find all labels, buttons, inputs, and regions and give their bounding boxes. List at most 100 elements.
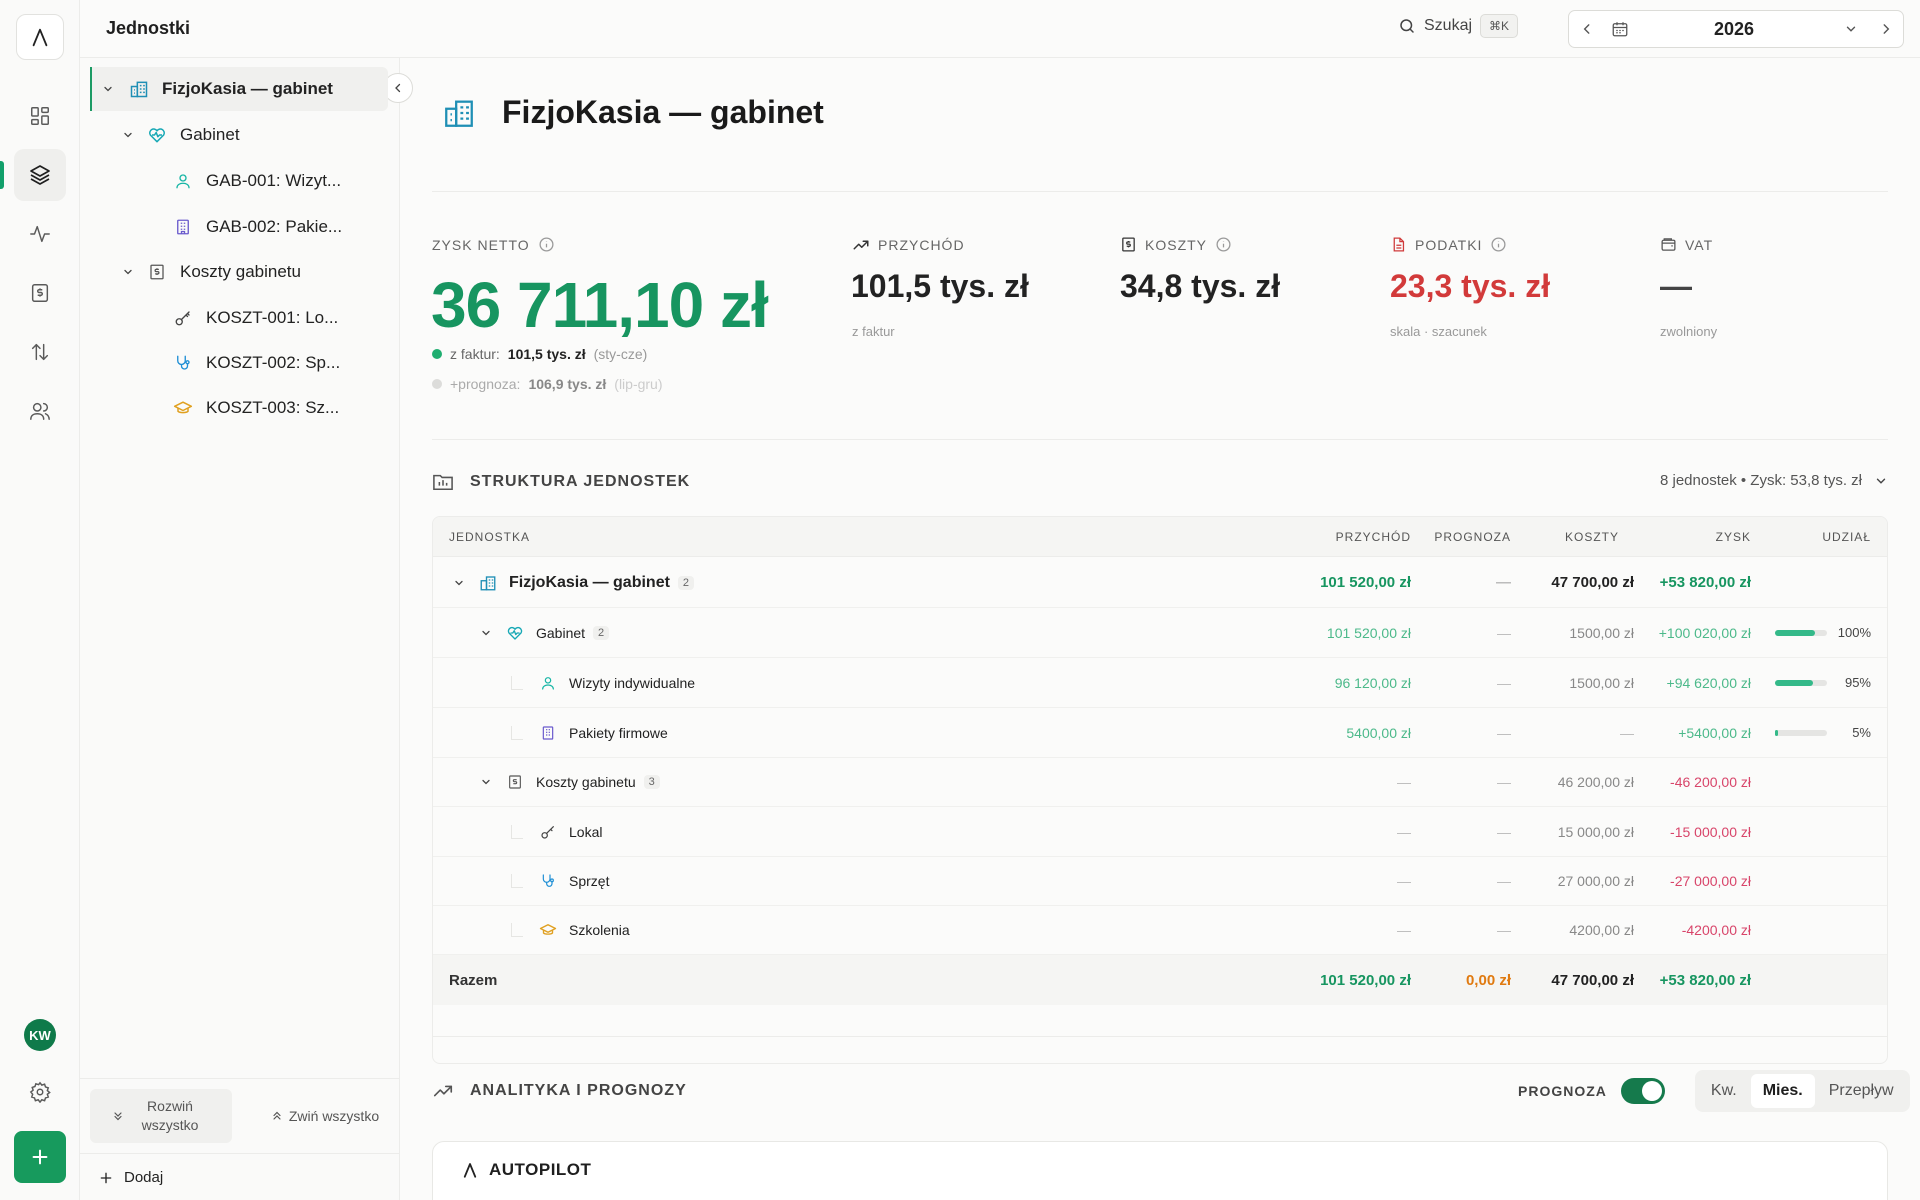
transfers-nav-button[interactable] bbox=[14, 326, 66, 378]
segment-quarter[interactable]: Kw. bbox=[1699, 1074, 1749, 1108]
info-icon[interactable] bbox=[538, 236, 555, 253]
chevron-left-icon bbox=[1583, 24, 1590, 34]
settings-nav-button[interactable] bbox=[14, 1066, 66, 1118]
row-profit: +53 820,00 zł bbox=[1659, 574, 1751, 591]
structure-summary[interactable]: 8 jednostek • Zysk: 53,8 tys. zł bbox=[1660, 472, 1888, 489]
graduation-cap-icon bbox=[170, 398, 196, 418]
year-value: 2026 bbox=[1713, 18, 1755, 39]
app-logo[interactable] bbox=[16, 14, 64, 60]
chevron-down-icon[interactable] bbox=[478, 627, 494, 639]
tree-item-gab-001[interactable]: GAB-001: Wizyt... bbox=[170, 159, 341, 203]
receipt-icon bbox=[504, 774, 526, 790]
chevron-down-icon[interactable] bbox=[1833, 11, 1869, 47]
table-row[interactable]: Szkolenia — — 4200,00 zł -4200,00 zł bbox=[433, 905, 1887, 955]
search-label: Szukaj bbox=[1424, 17, 1473, 34]
chevron-down-icon[interactable] bbox=[98, 83, 118, 95]
chevron-down-icon[interactable] bbox=[118, 266, 138, 278]
invoices-nav-button[interactable] bbox=[14, 267, 66, 319]
share-label: 95% bbox=[1844, 675, 1871, 690]
dashboard-nav-button[interactable] bbox=[14, 90, 66, 142]
avatar[interactable]: KW bbox=[24, 1019, 56, 1051]
legend-dot bbox=[432, 349, 442, 359]
divider bbox=[432, 1036, 1888, 1037]
chevron-down-icon[interactable] bbox=[478, 776, 494, 788]
chevron-down-icon[interactable] bbox=[118, 129, 138, 141]
forecast-toggle[interactable] bbox=[1620, 1078, 1665, 1104]
tree-item-koszt-003[interactable]: KOSZT-003: Sz... bbox=[170, 386, 339, 430]
gear-icon bbox=[29, 1081, 51, 1103]
clients-nav-button[interactable] bbox=[14, 385, 66, 437]
add-unit-button[interactable]: Dodaj bbox=[80, 1153, 400, 1200]
main-content: FizjoKasia — gabinet ZYSK NETTO 36 711,1… bbox=[400, 58, 1920, 1200]
taxes-label-text: PODATKI bbox=[1415, 236, 1483, 253]
collapse-all-label: Zwiń wszystko bbox=[288, 1108, 380, 1124]
table-row[interactable]: Gabinet 2 101 520,00 zł — 1500,00 zł +100… bbox=[433, 608, 1887, 658]
plus-icon bbox=[32, 1149, 48, 1165]
plus-icon bbox=[100, 1172, 112, 1183]
row-profit: +94 620,00 zł bbox=[1666, 674, 1751, 691]
info-icon[interactable] bbox=[1215, 236, 1232, 253]
tree-item-koszty[interactable]: Koszty gabinetu bbox=[118, 250, 301, 294]
total-forecast: 0,00 zł bbox=[1465, 971, 1511, 989]
office-building-icon bbox=[170, 218, 196, 236]
row-revenue: 101 520,00 zł bbox=[1320, 574, 1411, 591]
chevron-right-icon bbox=[1883, 24, 1890, 34]
activity-nav-button[interactable] bbox=[14, 208, 66, 260]
activity-icon bbox=[30, 225, 50, 243]
grid-icon bbox=[31, 107, 49, 125]
tree-connector bbox=[511, 675, 523, 690]
key-icon bbox=[537, 824, 559, 840]
tree-item-gabinet[interactable]: Gabinet bbox=[118, 113, 240, 157]
table-row[interactable]: Koszty gabinetu 3 — — 46 200,00 zł -46 20… bbox=[433, 757, 1887, 807]
table-row[interactable]: Pakiety firmowe 5400,00 zł — — +5400,00 … bbox=[433, 708, 1887, 758]
row-profit: -15 000,00 zł bbox=[1670, 823, 1751, 840]
autopilot-card: AUTOPILOT bbox=[432, 1141, 1888, 1200]
units-nav-button[interactable] bbox=[14, 149, 66, 201]
divider bbox=[432, 439, 1888, 440]
add-main-button[interactable] bbox=[14, 1131, 66, 1183]
row-unit-cell: Sprzęt bbox=[505, 856, 609, 905]
tree-item-koszt-001[interactable]: KOSZT-001: Lo... bbox=[170, 296, 338, 340]
tree-item-root[interactable]: FizjoKasia — gabinet bbox=[90, 67, 388, 111]
table-row[interactable]: Wizyty indywidualne 96 120,00 zł — 1500,… bbox=[433, 658, 1887, 708]
structure-section-title: STRUKTURA JEDNOSTEK bbox=[432, 472, 690, 492]
table-row[interactable]: Sprzęt — — 27 000,00 zł -27 000,00 zł bbox=[433, 856, 1887, 906]
expand-all-button[interactable]: Rozwiń wszystko bbox=[90, 1089, 232, 1143]
tree-connector bbox=[511, 922, 523, 937]
row-count: 3 bbox=[643, 774, 660, 789]
chevron-down-icon[interactable] bbox=[451, 577, 467, 589]
analytics-section-label: ANALITYKA I PROGNOZY bbox=[470, 1082, 687, 1099]
row-profit: -27 000,00 zł bbox=[1670, 872, 1751, 889]
row-name: FizjoKasia — gabinet bbox=[509, 573, 670, 591]
taxes-sub: skala · szacunek bbox=[1390, 324, 1487, 339]
next-year-button[interactable] bbox=[1869, 11, 1903, 47]
add-unit-label: Dodaj bbox=[124, 1169, 164, 1186]
structure-meta: 8 jednostek • Zysk: 53,8 tys. zł bbox=[1659, 472, 1862, 489]
segment-month[interactable]: Mies. bbox=[1750, 1074, 1815, 1108]
row-costs: — bbox=[1620, 724, 1634, 741]
segment-cashflow[interactable]: Przepływ bbox=[1817, 1074, 1906, 1108]
row-count: 2 bbox=[677, 575, 695, 590]
year-selector[interactable]: 2026 bbox=[1568, 10, 1904, 48]
chevron-down-icon[interactable] bbox=[1874, 474, 1888, 488]
total-revenue: 101 520,00 zł bbox=[1320, 971, 1411, 989]
folder-chart-icon bbox=[433, 474, 453, 491]
wallet-icon bbox=[1661, 238, 1676, 251]
search-button[interactable]: Szukaj ⌘K bbox=[1398, 14, 1519, 38]
legend-invoices-prefix: z faktur: bbox=[450, 346, 500, 362]
table-row[interactable]: Lokal — — 15 000,00 zł -15 000,00 zł bbox=[433, 807, 1887, 857]
expand-all-label: Rozwiń wszystko bbox=[141, 1098, 199, 1133]
receipt-icon bbox=[1122, 237, 1135, 252]
info-icon[interactable] bbox=[1490, 236, 1507, 253]
building-icon bbox=[126, 79, 152, 99]
row-costs: 27 000,00 zł bbox=[1557, 872, 1634, 889]
key-icon bbox=[170, 309, 196, 327]
document-icon bbox=[1393, 237, 1405, 252]
top-bar: Jednostki Szukaj ⌘K 2026 bbox=[80, 0, 1920, 58]
tree-item-gab-002[interactable]: GAB-002: Pakie... bbox=[170, 205, 342, 249]
prev-year-button[interactable] bbox=[1569, 11, 1605, 47]
table-row[interactable]: FizjoKasia — gabinet 2 101 520,00 zł — 47… bbox=[433, 558, 1887, 608]
tree-connector bbox=[511, 824, 523, 839]
collapse-all-button[interactable]: Zwiń wszystko bbox=[260, 1089, 390, 1143]
tree-item-koszt-002[interactable]: KOSZT-002: Sp... bbox=[170, 341, 340, 385]
